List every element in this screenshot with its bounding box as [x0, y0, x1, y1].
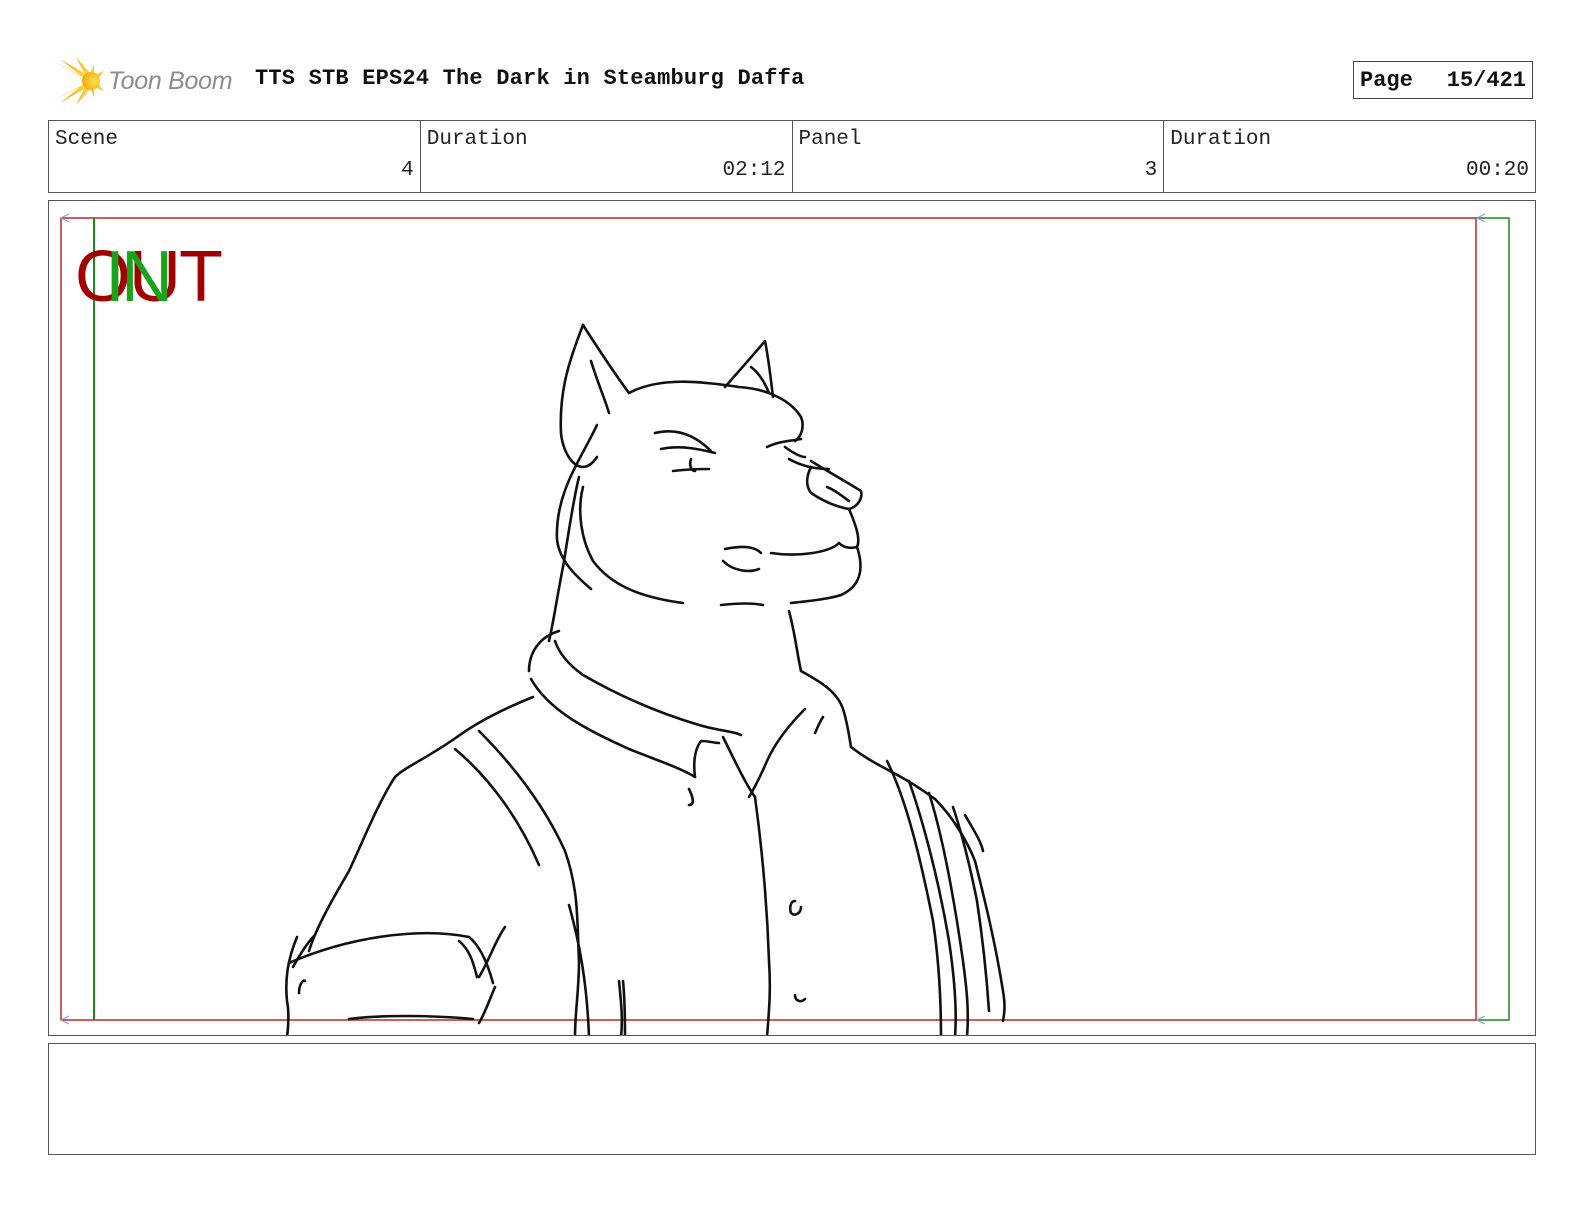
- panel-duration-label: Duration: [1170, 128, 1272, 151]
- panel-info-row: Scene 4 Duration 02:12 Panel 3 Duration …: [48, 120, 1536, 193]
- scene-label: Scene: [55, 128, 119, 151]
- in-label: IN: [105, 237, 173, 317]
- storyboard-panel: OUT IN: [48, 200, 1536, 1036]
- in-frame-right: [1476, 217, 1510, 1021]
- panel-duration-cell: Duration 00:20: [1164, 121, 1535, 192]
- page-number: 15/421: [1446, 67, 1526, 93]
- safe-area-labels: OUT IN: [75, 237, 245, 317]
- corner-arrows: [59, 213, 1486, 1025]
- panel-notes-box[interactable]: [48, 1043, 1536, 1155]
- starburst-icon: [52, 57, 104, 105]
- panel-label: Panel: [798, 128, 862, 151]
- scene-duration-cell: Duration 02:12: [421, 121, 793, 192]
- out-frame: [60, 217, 1477, 1021]
- panel-duration-value: 00:20: [1465, 159, 1529, 182]
- scene-duration-label: Duration: [426, 128, 528, 151]
- scene-value: 4: [401, 159, 414, 182]
- page-label: Page: [1360, 67, 1413, 93]
- scene-duration-value: 02:12: [722, 159, 786, 182]
- panel-drawing: [59, 213, 1510, 1035]
- panel-cell: Panel 3: [793, 121, 1165, 192]
- logo-text: Toon Boom: [108, 66, 233, 95]
- toon-boom-logo: Toon Boom: [50, 54, 233, 108]
- scene-cell: Scene 4: [49, 121, 421, 192]
- page-indicator: Page 15/421: [1353, 61, 1533, 99]
- document-title: TTS STB EPS24 The Dark in Steamburg Daff…: [255, 66, 805, 91]
- panel-value: 3: [1144, 159, 1158, 182]
- dog-character-sketch: [285, 323, 1006, 1035]
